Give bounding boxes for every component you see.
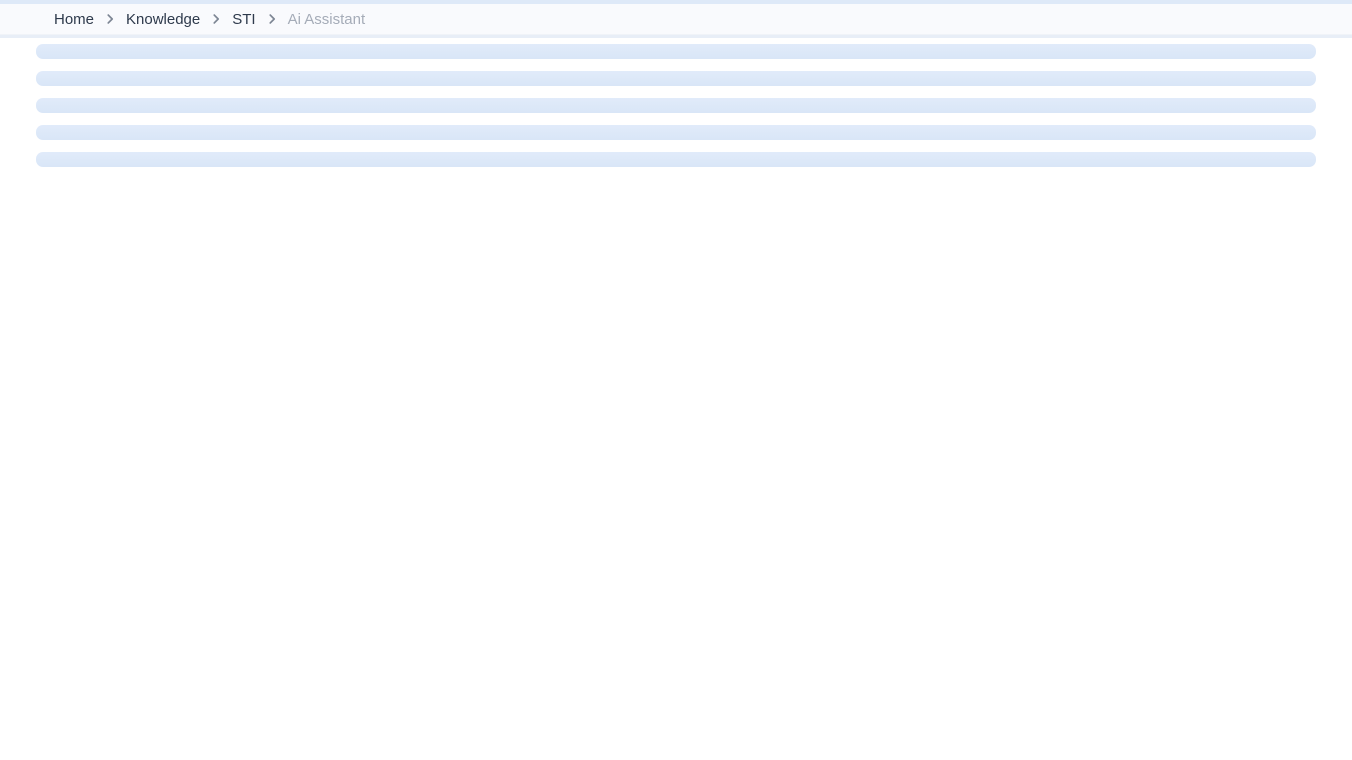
breadcrumb-bar: Home Knowledge STI Ai Assistant (0, 4, 1352, 35)
breadcrumb-item-home[interactable]: Home (54, 12, 94, 27)
chevron-right-icon (103, 12, 117, 26)
chevron-right-icon (209, 12, 223, 26)
app-root: Home Knowledge STI Ai Assistant (0, 0, 1352, 167)
breadcrumb-item-sti[interactable]: STI (232, 12, 255, 27)
breadcrumb: Home Knowledge STI Ai Assistant (54, 12, 365, 27)
breadcrumb-item-ai-assistant: Ai Assistant (288, 12, 366, 27)
breadcrumb-item-knowledge[interactable]: Knowledge (126, 12, 200, 27)
skeleton-bar (36, 125, 1316, 140)
main-content (0, 38, 1352, 167)
skeleton-loader (36, 44, 1316, 167)
skeleton-bar (36, 152, 1316, 167)
skeleton-bar (36, 44, 1316, 59)
chevron-right-icon (265, 12, 279, 26)
skeleton-bar (36, 71, 1316, 86)
skeleton-bar (36, 98, 1316, 113)
